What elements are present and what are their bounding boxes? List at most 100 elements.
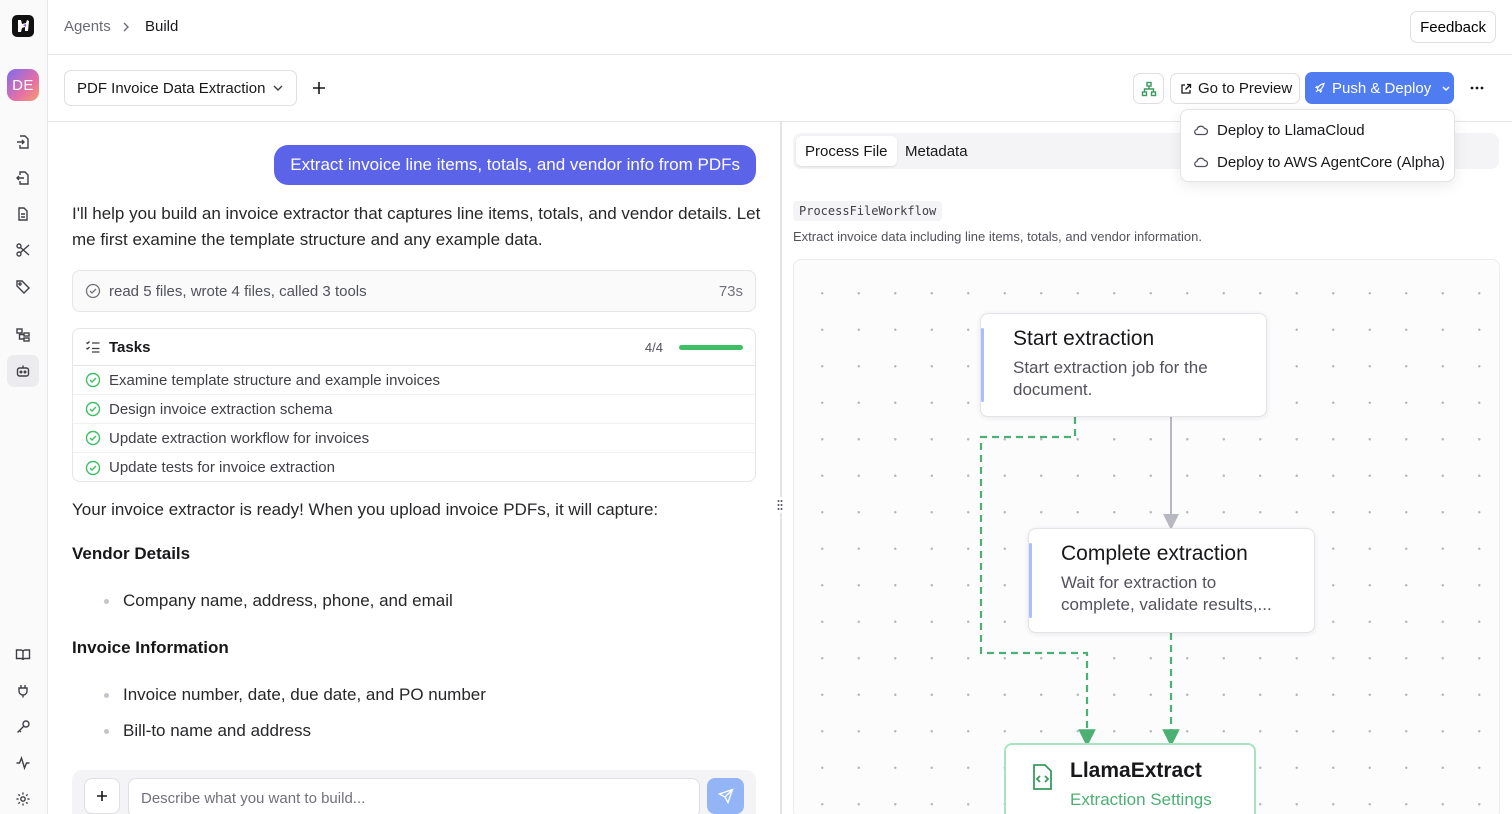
list-item-text: Company name, address, phone, and email <box>123 591 453 610</box>
rail-import-button[interactable] <box>7 126 39 158</box>
node-accent-bar <box>1029 543 1032 618</box>
deploy-menu: Deploy to LlamaCloud Deploy to AWS Agent… <box>1180 109 1455 182</box>
export-icon <box>16 171 29 185</box>
left-sidebar: DE <box>0 0 48 814</box>
composer-input[interactable] <box>128 778 700 814</box>
workflow-description: Extract invoice data including line item… <box>793 229 1202 244</box>
gear-icon <box>16 792 30 806</box>
send-button[interactable] <box>707 778 744 814</box>
activity-summary[interactable]: read 5 files, wrote 4 files, called 3 to… <box>72 270 756 312</box>
list-item-text: Bill-to name and address <box>123 721 312 740</box>
agent-select[interactable]: PDF Invoice Data Extraction <box>64 70 297 106</box>
menu-item-deploy-aws[interactable]: Deploy to AWS AgentCore (Alpha) <box>1193 151 1445 173</box>
workflow-graph-button[interactable] <box>1133 73 1164 104</box>
check-circle-icon <box>85 430 101 446</box>
breadcrumb-build: Build <box>145 18 179 35</box>
tasks-count: 4/4 <box>644 339 663 355</box>
tasks-progress-bar <box>679 344 743 350</box>
go-to-preview-button[interactable]: Go to Preview <box>1170 73 1300 104</box>
node-complete-extraction[interactable]: Complete extraction Wait for extraction … <box>1028 528 1315 633</box>
chevron-down-icon <box>273 85 283 91</box>
workflow-canvas[interactable]: Start extraction Start extraction job fo… <box>793 259 1500 814</box>
logo-icon[interactable] <box>12 15 34 37</box>
robot-icon <box>16 365 30 377</box>
node-title: Start extraction <box>1013 327 1155 350</box>
task-label: Design invoice extraction schema <box>109 400 333 418</box>
activity-summary-text: read 5 files, wrote 4 files, called 3 to… <box>109 282 367 300</box>
menu-item-label: Deploy to AWS AgentCore (Alpha) <box>1217 153 1445 171</box>
rail-api-keys-button[interactable] <box>7 711 39 743</box>
list-item: Company name, address, phone, and email <box>104 591 453 611</box>
tab-metadata[interactable]: Metadata <box>896 136 977 166</box>
node-start-extraction[interactable]: Start extraction Start extraction job fo… <box>980 313 1267 417</box>
cloud-icon <box>1194 157 1209 168</box>
task-label: Update extraction workflow for invoices <box>109 429 370 447</box>
send-icon <box>717 788 734 804</box>
avatar[interactable]: DE <box>7 69 39 101</box>
tasks-progress-fill <box>679 344 743 350</box>
rail-integrations-button[interactable] <box>7 675 39 707</box>
chevron-down-icon <box>1442 86 1450 91</box>
menu-item-label: Deploy to LlamaCloud <box>1217 121 1365 139</box>
workflow-icon <box>16 328 30 342</box>
check-circle-icon <box>85 460 101 475</box>
list-item: Bill-to name and address <box>104 721 311 741</box>
section-heading-vendor: Vendor Details <box>72 544 191 563</box>
add-agent-button[interactable] <box>310 79 328 97</box>
document-icon <box>18 207 28 221</box>
panel-divider[interactable] <box>780 122 782 814</box>
tasks-header[interactable]: Tasks 4/4 <box>73 329 755 366</box>
agent-name: PDF Invoice Data Extraction <box>77 79 266 97</box>
feedback-button[interactable]: Feedback <box>1410 11 1496 43</box>
chat-panel: Extract invoice line items, totals, and … <box>48 122 780 814</box>
node-llamaextract[interactable]: LlamaExtract Extraction Settings <box>1004 743 1256 814</box>
rail-workflows-button[interactable] <box>7 319 39 351</box>
task-item: Update extraction workflow for invoices <box>73 424 755 453</box>
list-item-text: Invoice number, date, due date, and PO n… <box>123 685 486 704</box>
rocket-icon <box>1314 82 1325 94</box>
node-description: Wait for extraction to complete, validat… <box>1061 573 1272 614</box>
task-label: Update tests for invoice extraction <box>109 459 335 476</box>
breadcrumb-agents[interactable]: Agents <box>64 18 111 35</box>
tab-process-file[interactable]: Process File <box>796 136 897 166</box>
activity-time: 73s <box>718 282 743 300</box>
menu-item-deploy-llamacloud[interactable]: Deploy to LlamaCloud <box>1193 119 1365 141</box>
assistant-intro: I'll help you build an invoice extractor… <box>72 204 761 249</box>
node-accent-bar <box>981 328 984 402</box>
chevron-right-icon <box>122 21 130 33</box>
rail-docs-button[interactable] <box>7 639 39 671</box>
attach-button[interactable] <box>84 778 120 814</box>
rail-classify-button[interactable] <box>7 270 39 302</box>
check-circle-icon <box>85 283 101 299</box>
more-options-button[interactable] <box>1468 79 1486 97</box>
task-label: Examine template structure and example i… <box>109 371 440 389</box>
book-icon <box>15 649 31 661</box>
activity-icon <box>16 755 30 771</box>
resize-handle-icon[interactable] <box>775 497 785 513</box>
task-item: Update tests for invoice extraction <box>73 453 755 482</box>
tasks-card: Tasks 4/4 Examine template structure and… <box>72 328 756 482</box>
rail-activity-button[interactable] <box>7 747 39 779</box>
node-description: Start extraction job for the document. <box>1013 358 1208 399</box>
composer <box>72 770 756 814</box>
workflow-name: ProcessFileWorkflow <box>793 201 943 221</box>
key-icon <box>17 720 30 733</box>
sitemap-icon <box>1141 81 1156 96</box>
node-description: Extraction Settings <box>1070 790 1212 809</box>
rail-settings-button[interactable] <box>7 783 39 814</box>
task-item: Examine template structure and example i… <box>73 366 755 395</box>
push-deploy-button[interactable]: Push & Deploy <box>1305 72 1454 104</box>
bullet-dot <box>104 728 109 734</box>
check-circle-icon <box>85 372 101 388</box>
rail-split-button[interactable] <box>7 234 39 266</box>
top-bar: Agents Build Feedback <box>48 0 1512 55</box>
rail-export-button[interactable] <box>7 162 39 194</box>
rail-agents-button[interactable] <box>7 355 39 387</box>
bullet-dot <box>104 692 109 698</box>
rail-documents-button[interactable] <box>7 198 39 230</box>
plus-icon <box>97 791 107 801</box>
go-to-preview-label: Go to Preview <box>1198 80 1293 97</box>
plus-icon <box>313 82 325 94</box>
scissors-icon <box>16 243 30 257</box>
more-horizontal-icon <box>1470 86 1484 90</box>
